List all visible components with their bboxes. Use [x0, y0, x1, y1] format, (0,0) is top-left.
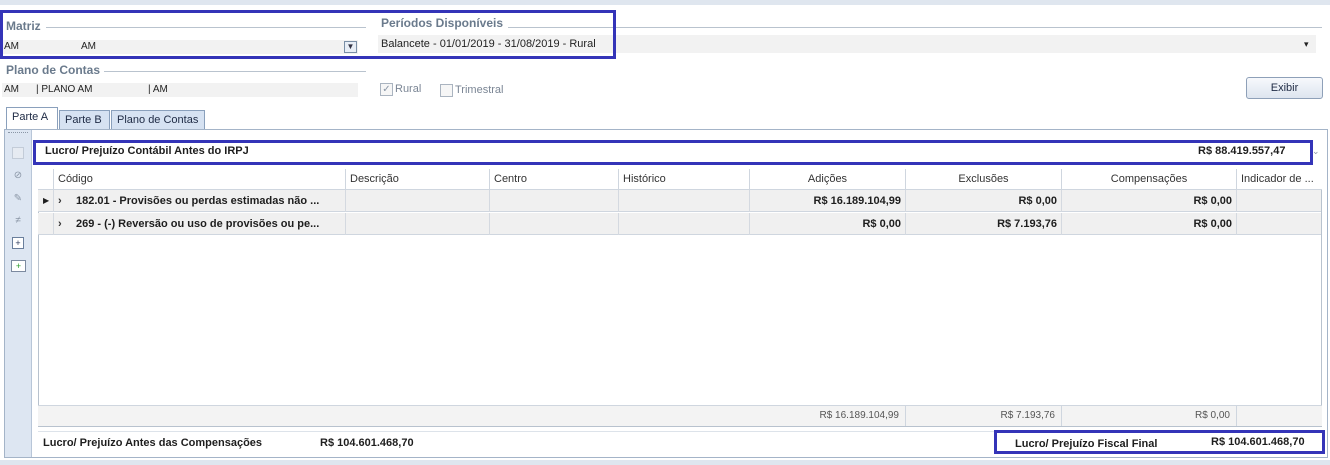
plano-group-line	[104, 71, 366, 72]
cell-adicoes: R$ 0,00	[750, 213, 906, 235]
cell-compensacoes: R$ 0,00	[1062, 213, 1237, 235]
exibir-button[interactable]: Exibir	[1246, 77, 1323, 99]
rural-label: Rural	[395, 83, 422, 95]
table-row[interactable]: › 269 - (-) Reversão ou uso de provisões…	[38, 213, 1321, 235]
column-adicoes[interactable]: Adições	[750, 169, 906, 189]
dropdown-arrow-icon: ▾	[1304, 39, 1309, 49]
table-row[interactable]: ▶ › 182.01 - Provisões ou perdas estimad…	[38, 190, 1321, 212]
column-indicador[interactable]: Indicador de ...	[1237, 169, 1321, 189]
cell-codigo: 182.01 - Provisões ou perdas estimadas n…	[72, 190, 346, 212]
cell-historico	[619, 190, 750, 212]
edit-icon[interactable]: ✎	[12, 193, 24, 205]
antes-compensacoes-value: R$ 104.601.468,70	[320, 437, 414, 449]
tab-parte-b[interactable]: Parte B	[59, 110, 110, 130]
grid-totals-row: R$ 16.189.104,99 R$ 7.193,76 R$ 0,00	[38, 405, 1322, 426]
expand-row-icon[interactable]: ›	[54, 190, 74, 212]
cell-descricao	[346, 213, 490, 235]
column-descricao[interactable]: Descrição	[346, 169, 490, 189]
column-historico[interactable]: Histórico	[619, 169, 750, 189]
plano-select[interactable]: AM | PLANO AM | AM	[2, 83, 358, 97]
highlight-matriz-periodo	[0, 10, 616, 59]
cell-adicoes: R$ 16.189.104,99	[750, 190, 906, 212]
cell-descricao	[346, 190, 490, 212]
plano-group-title: Plano de Contas	[6, 63, 101, 77]
cell-indicador	[1237, 213, 1321, 235]
chevron-down-icon-small[interactable]: ⌄	[1312, 146, 1320, 157]
antes-compensacoes-label: Lucro/ Prejuízo Antes das Compensações	[43, 437, 263, 449]
total-adicoes: R$ 16.189.104,99	[750, 406, 906, 426]
not-equal-icon[interactable]: ≠	[12, 215, 24, 227]
grid-header: Código Descrição Centro Histórico Adiçõe…	[38, 169, 1322, 190]
toolbar-grip	[8, 132, 28, 135]
cell-centro	[490, 190, 619, 212]
add-row-icon[interactable]: +	[11, 260, 26, 272]
cell-indicador	[1237, 190, 1321, 212]
column-exclusoes[interactable]: Exclusões	[906, 169, 1062, 189]
cell-centro	[490, 213, 619, 235]
trimestral-checkbox[interactable]	[440, 84, 453, 97]
trimestral-label: Trimestral	[455, 84, 504, 96]
plano-code: AM	[4, 84, 19, 95]
total-exclusoes: R$ 7.193,76	[906, 406, 1062, 426]
column-codigo[interactable]: Código	[54, 169, 346, 189]
header-indicator	[38, 169, 54, 189]
highlight-fiscal-final	[994, 430, 1325, 454]
cell-exclusoes: R$ 7.193,76	[906, 213, 1062, 235]
periodos-group-line	[508, 27, 1322, 28]
window-top-border	[0, 0, 1330, 5]
delete-icon[interactable]: ⊘	[12, 170, 24, 182]
new-icon[interactable]	[12, 147, 24, 159]
column-compensacoes[interactable]: Compensações	[1062, 169, 1237, 189]
window-bottom-border	[0, 460, 1330, 465]
expand-row-icon[interactable]: ›	[54, 213, 74, 235]
highlight-lucro-contabil	[33, 140, 1313, 165]
plano-suffix: | AM	[148, 84, 168, 95]
cell-compensacoes: R$ 0,00	[1062, 190, 1237, 212]
tab-plano-de-contas[interactable]: Plano de Contas	[111, 110, 205, 130]
side-toolbar: ⊘ ✎ ≠ + +	[5, 130, 32, 457]
row-selector[interactable]	[38, 213, 54, 235]
expand-icon[interactable]: +	[12, 237, 24, 249]
tab-parte-a[interactable]: Parte A	[6, 107, 58, 129]
cell-exclusoes: R$ 0,00	[906, 190, 1062, 212]
cell-historico	[619, 213, 750, 235]
plano-name: | PLANO AM	[36, 84, 93, 95]
cell-codigo: 269 - (-) Reversão ou uso de provisões o…	[72, 213, 346, 235]
total-compensacoes: R$ 0,00	[1062, 406, 1237, 426]
rural-checkbox[interactable]: ✓	[380, 83, 393, 96]
row-selector-icon[interactable]: ▶	[38, 190, 54, 212]
column-centro[interactable]: Centro	[490, 169, 619, 189]
